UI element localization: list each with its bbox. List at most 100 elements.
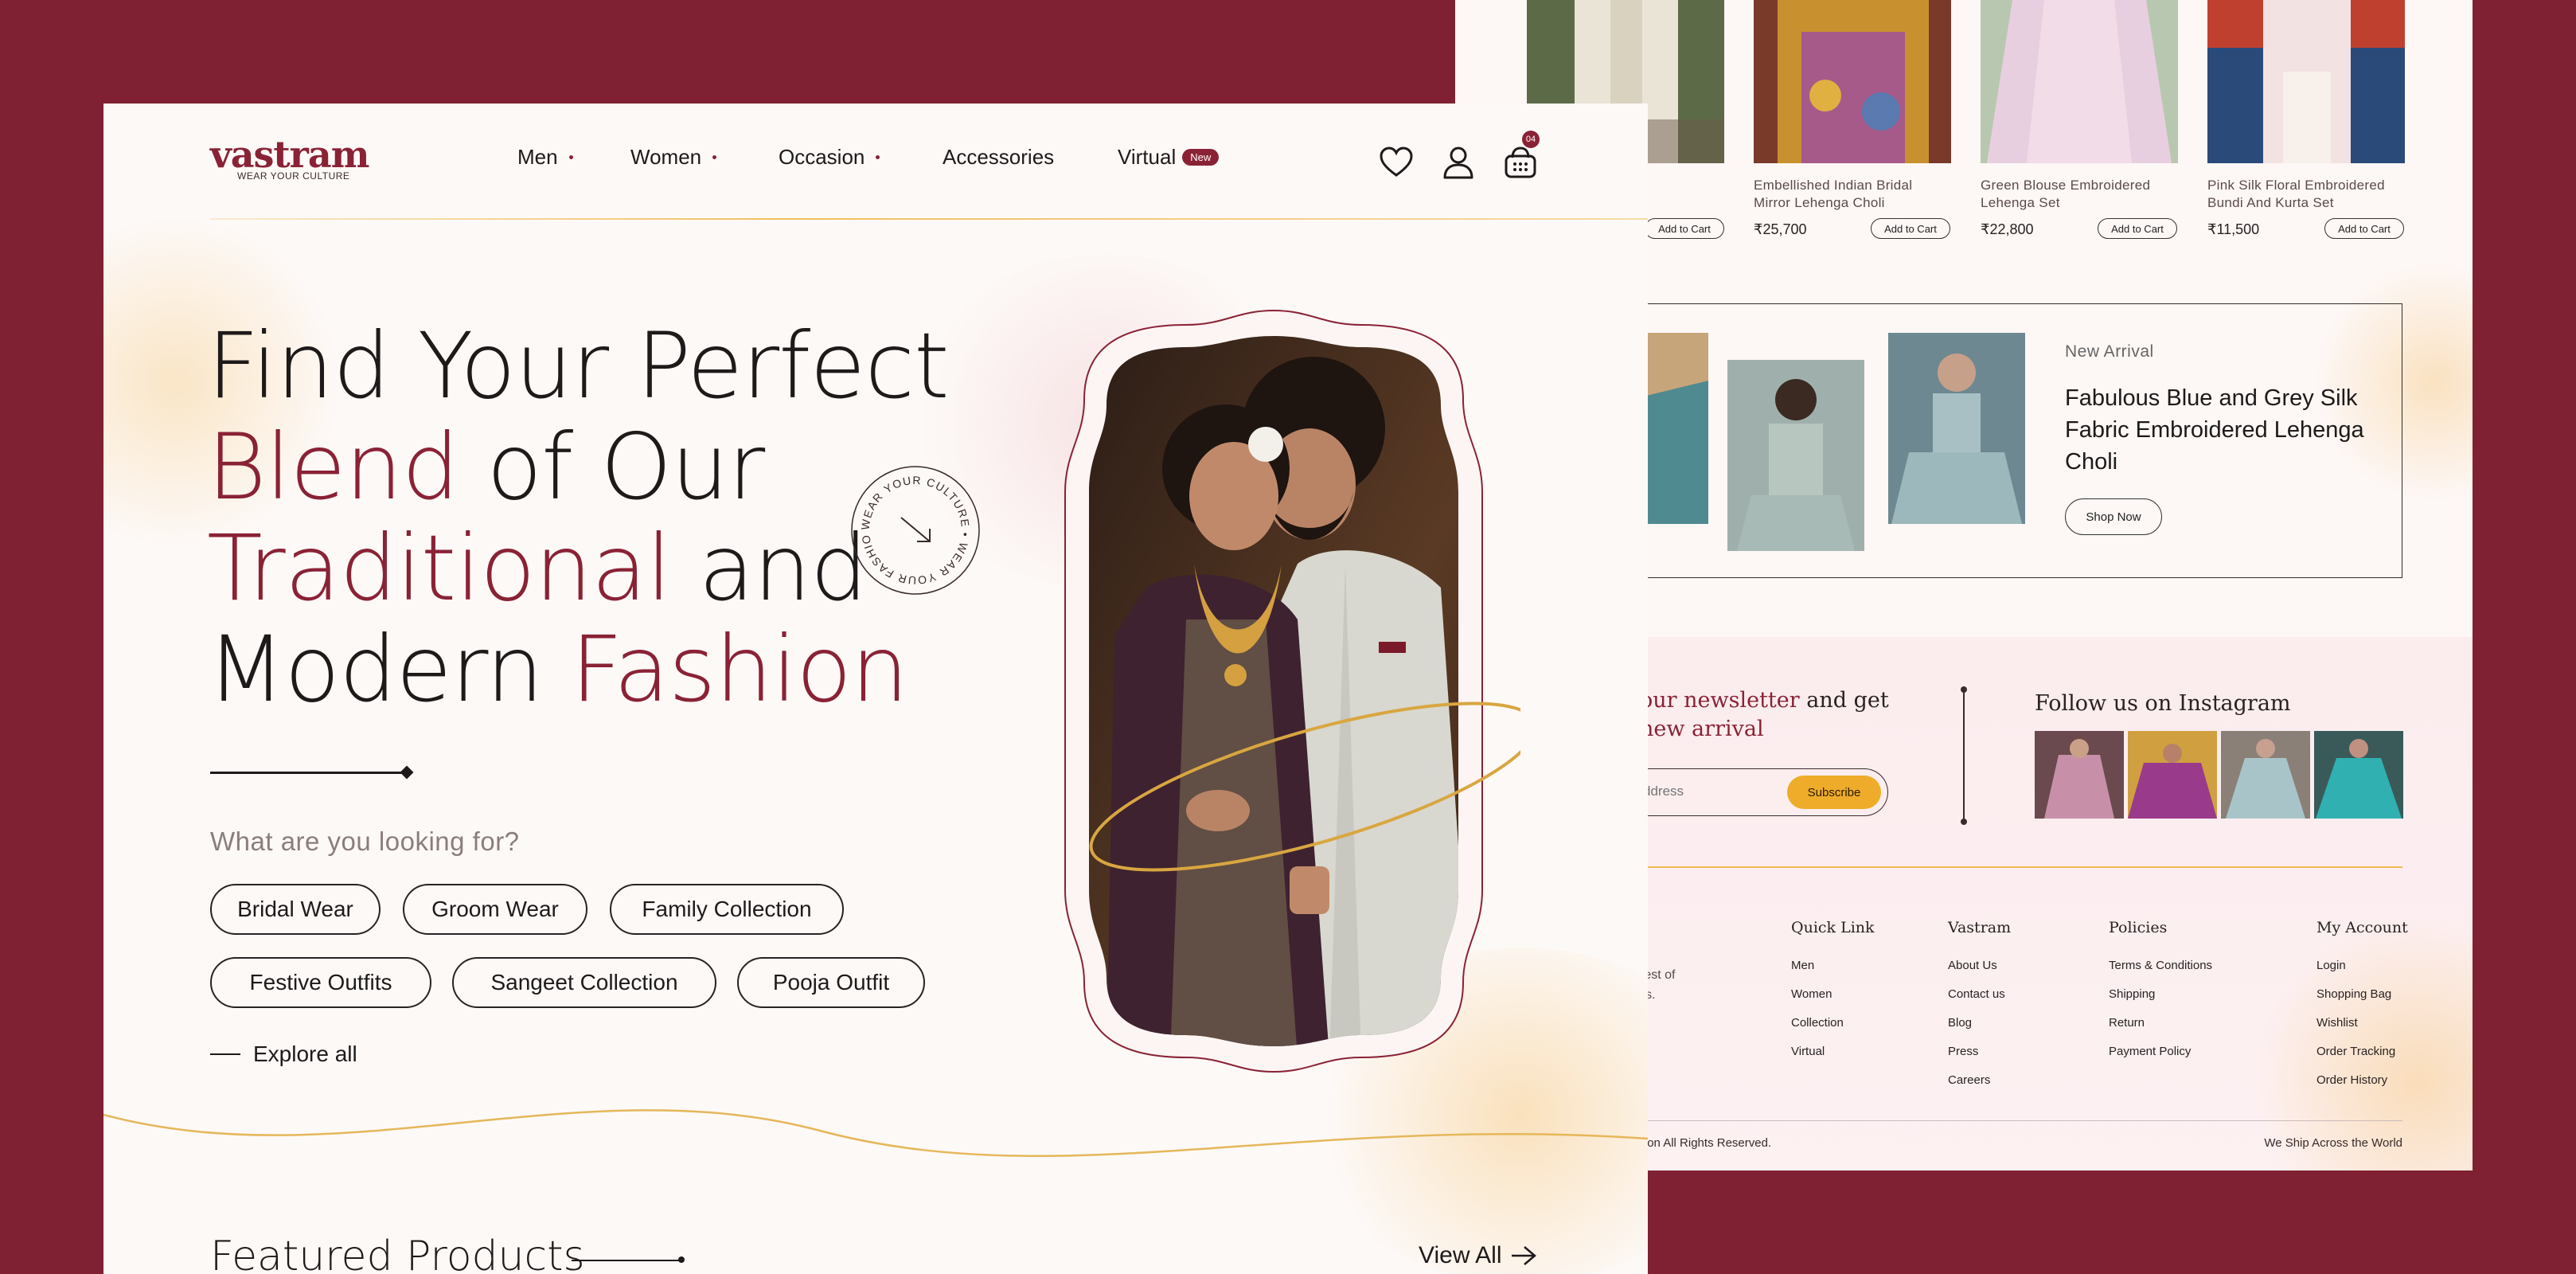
nav-label: Occasion	[779, 145, 865, 169]
site-logo[interactable]: vastram WEAR YOUR CULTURE	[210, 135, 369, 182]
footer-column-vastram: Vastram About Us Contact us Blog Press C…	[1948, 919, 2011, 1102]
nav-item-men[interactable]: Men	[517, 145, 573, 170]
section-divider	[1961, 686, 1967, 825]
add-to-cart-button[interactable]: Add to Cart	[1645, 218, 1724, 239]
shop-now-button[interactable]: Shop Now	[2065, 498, 2162, 535]
wear-your-culture-badge[interactable]: WEAR YOUR CULTURE • WEAR YOUR FASHION •	[849, 463, 982, 597]
product-image[interactable]	[1981, 0, 2178, 163]
footer-link[interactable]: Terms & Conditions	[2109, 959, 2212, 972]
home-page: vastram WEAR YOUR CULTURE Men Women Occa…	[103, 104, 1648, 1274]
chip-sangeet-collection[interactable]: Sangeet Collection	[452, 957, 716, 1008]
hero-accent-word: Traditional	[207, 515, 672, 621]
footer-link[interactable]: Wishlist	[2316, 1016, 2408, 1030]
footer-column-title: Quick Link	[1791, 919, 1875, 936]
instagram-post[interactable]	[2035, 731, 2124, 819]
new-arrival-image[interactable]	[1727, 360, 1864, 551]
chip-bridal-wear[interactable]: Bridal Wear	[210, 884, 381, 935]
header-divider	[210, 218, 1648, 220]
nav-label: Men	[517, 145, 558, 169]
nav-item-women[interactable]: Women	[630, 145, 717, 170]
add-to-cart-button[interactable]: Add to Cart	[2098, 218, 2177, 239]
nav-label: Virtual	[1118, 145, 1177, 169]
explore-all-link[interactable]: Explore all	[210, 1041, 357, 1067]
footer-column-title: My Account	[2316, 919, 2408, 936]
logo-wordmark: vastram	[210, 133, 369, 176]
footer-link[interactable]: Contact us	[1948, 987, 2011, 1001]
footer-link[interactable]: Women	[1791, 987, 1875, 1001]
hero-accent-word: Blend	[207, 414, 459, 520]
footer-link[interactable]: Press	[1948, 1045, 2011, 1058]
chip-groom-wear[interactable]: Groom Wear	[403, 884, 587, 935]
footer-link[interactable]: Login	[2316, 959, 2408, 972]
arrow-down-right-icon	[900, 517, 931, 542]
hero-text: of Our	[459, 414, 765, 520]
shopping-basket-icon[interactable]	[1501, 143, 1540, 182]
hero-text: Modern	[207, 616, 571, 722]
hero-heading: Find Your Perfect Blend of Our Tradition…	[207, 315, 950, 720]
nav-item-occasion[interactable]: Occasion	[779, 145, 880, 170]
footer-link[interactable]: Careers	[1948, 1073, 2011, 1087]
dropdown-dot-icon	[712, 155, 717, 159]
add-to-cart-button[interactable]: Add to Cart	[1871, 218, 1950, 239]
shipping-text: We Ship Across the World	[2264, 1136, 2402, 1150]
wishlist-heart-icon[interactable]	[1377, 143, 1415, 182]
footer-link[interactable]: Order Tracking	[2316, 1045, 2408, 1058]
instagram-post[interactable]	[2128, 731, 2217, 819]
product-name[interactable]: Green Blouse Embroidered Lehenga Set	[1981, 177, 2178, 212]
footer-link[interactable]: Collection	[1791, 1016, 1875, 1030]
chip-pooja-outfit[interactable]: Pooja Outfit	[737, 957, 925, 1008]
dropdown-dot-icon	[876, 155, 880, 159]
hero-decor-line	[210, 772, 406, 774]
subscribe-button[interactable]: Subscribe	[1787, 776, 1881, 809]
newsletter-text-accent: our newsletter	[1640, 688, 1800, 713]
add-to-cart-button[interactable]: Add to Cart	[2324, 218, 2404, 239]
footer-link[interactable]: Return	[2109, 1016, 2212, 1030]
footer-column-policies: Policies Terms & Conditions Shipping Ret…	[2109, 919, 2212, 1073]
new-arrival-image[interactable]	[1643, 333, 1708, 524]
chip-family-collection[interactable]: Family Collection	[610, 884, 844, 935]
hero-line-4: Modern Fashion	[207, 619, 949, 720]
hero-line-3: Traditional and	[207, 518, 949, 619]
instagram-post[interactable]	[2314, 731, 2403, 819]
hero-line-2: Blend of Our	[207, 416, 949, 518]
chip-festive-outfits[interactable]: Festive Outfits	[210, 957, 431, 1008]
view-all-link[interactable]: View All	[1419, 1242, 1537, 1269]
footer-link[interactable]: Payment Policy	[2109, 1045, 2212, 1058]
newsletter-form: Subscribe	[1614, 768, 1888, 816]
dropdown-dot-icon	[568, 155, 573, 159]
newsletter-text-line2: new arrival	[1640, 717, 1764, 741]
product-price: ₹11,500	[2207, 221, 2260, 237]
decor-wave	[103, 1109, 1648, 1158]
featured-products-title: Featured Products	[210, 1233, 585, 1274]
footer-link[interactable]: Shopping Bag	[2316, 987, 2408, 1001]
footer-column-title: Vastram	[1948, 919, 2012, 936]
footer-link[interactable]: Shipping	[2109, 987, 2212, 1001]
new-arrival-title[interactable]: Fabulous Blue and Grey Silk Fabric Embro…	[2065, 382, 2367, 478]
footer-column-quick-link: Quick Link Men Women Collection Virtual	[1791, 919, 1875, 1073]
hero-accent-word: Fashion	[570, 616, 908, 722]
instagram-title: Follow us on Instagram	[2035, 691, 2291, 716]
footer-link[interactable]: Order History	[2316, 1073, 2408, 1087]
hero-couple-image	[1027, 301, 1520, 1081]
footer-link[interactable]: About Us	[1948, 959, 2011, 972]
account-user-icon[interactable]	[1439, 143, 1477, 182]
instagram-post[interactable]	[2221, 731, 2310, 819]
new-badge: New	[1182, 149, 1220, 166]
product-image[interactable]	[1754, 0, 1951, 163]
product-name[interactable]: Pink Silk Floral Embroidered Bundi And K…	[2207, 177, 2405, 212]
nav-item-virtual[interactable]: Virtual New	[1118, 145, 1220, 170]
footer-link[interactable]: Blog	[1948, 1016, 2011, 1030]
dash-icon	[210, 1053, 240, 1055]
logo-tagline: WEAR YOUR CULTURE	[237, 170, 350, 182]
nav-label: Women	[630, 145, 702, 169]
product-name[interactable]: Embellished Indian Bridal Mirror Lehenga…	[1754, 177, 1951, 212]
product-image[interactable]	[2207, 0, 2405, 163]
search-prompt: What are you looking for?	[210, 827, 520, 856]
view-all-label: View All	[1419, 1242, 1502, 1268]
footer-link[interactable]: Men	[1791, 959, 1875, 972]
nav-item-accessories[interactable]: Accessories	[943, 145, 1054, 170]
new-arrival-label: New Arrival	[2065, 342, 2154, 361]
featured-decor-line	[572, 1256, 685, 1263]
new-arrival-image[interactable]	[1888, 333, 2025, 524]
footer-link[interactable]: Virtual	[1791, 1045, 1875, 1058]
